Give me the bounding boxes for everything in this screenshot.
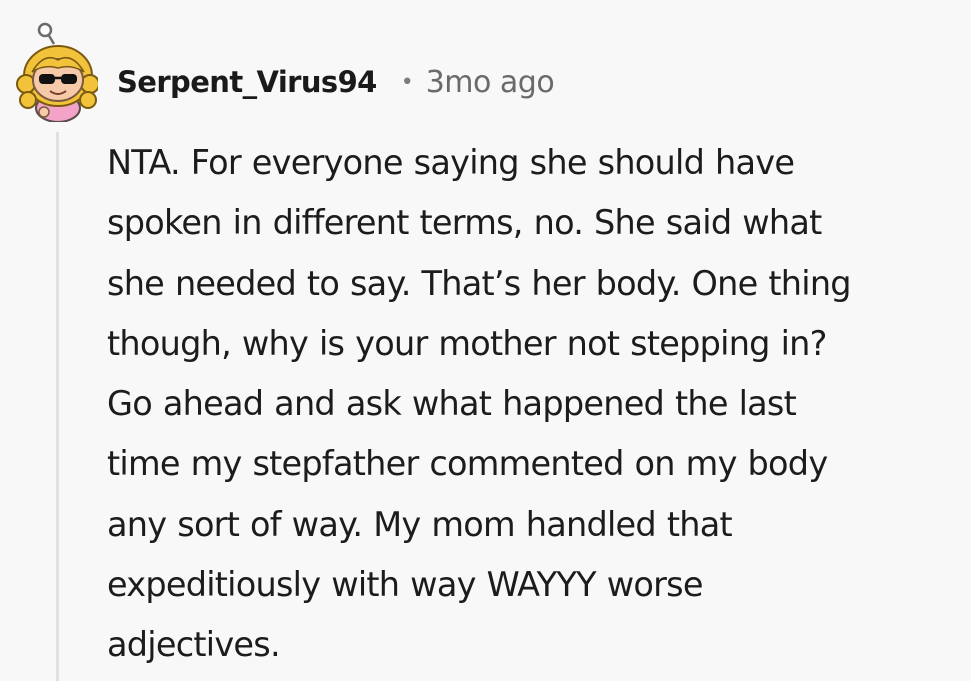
comment-body-line: adjectives.	[107, 625, 281, 665]
separator-dot: •	[400, 69, 414, 95]
comment-body-line: she needed to say. That’s her body. One …	[107, 263, 852, 303]
comment-body-line: expeditiously with way WAYYY worse	[107, 565, 703, 605]
comment-body-line: any sort of way. My mom handled that	[107, 504, 733, 544]
comment-body-line: Go ahead and ask what happened the last	[107, 384, 797, 424]
timestamp[interactable]: 3mo ago	[426, 65, 555, 100]
user-avatar-icon[interactable]	[14, 22, 98, 122]
comment: Serpent_Virus94 • 3mo ago NTA. For every…	[0, 0, 971, 681]
comment-body-line: though, why is your mother not stepping …	[107, 323, 827, 363]
comment-body-line: spoken in different terms, no. She said …	[107, 203, 822, 243]
comment-body-line: NTA. For everyone saying she should have	[107, 143, 795, 182]
username-link[interactable]: Serpent_Virus94	[117, 65, 377, 99]
comment-header: Serpent_Virus94 • 3mo ago	[117, 58, 555, 106]
thread-collapse-line[interactable]	[56, 132, 59, 681]
comment-body: NTA. For everyone saying she should have…	[107, 133, 967, 676]
comment-body-line: time my stepfather commented on my body	[107, 444, 828, 484]
